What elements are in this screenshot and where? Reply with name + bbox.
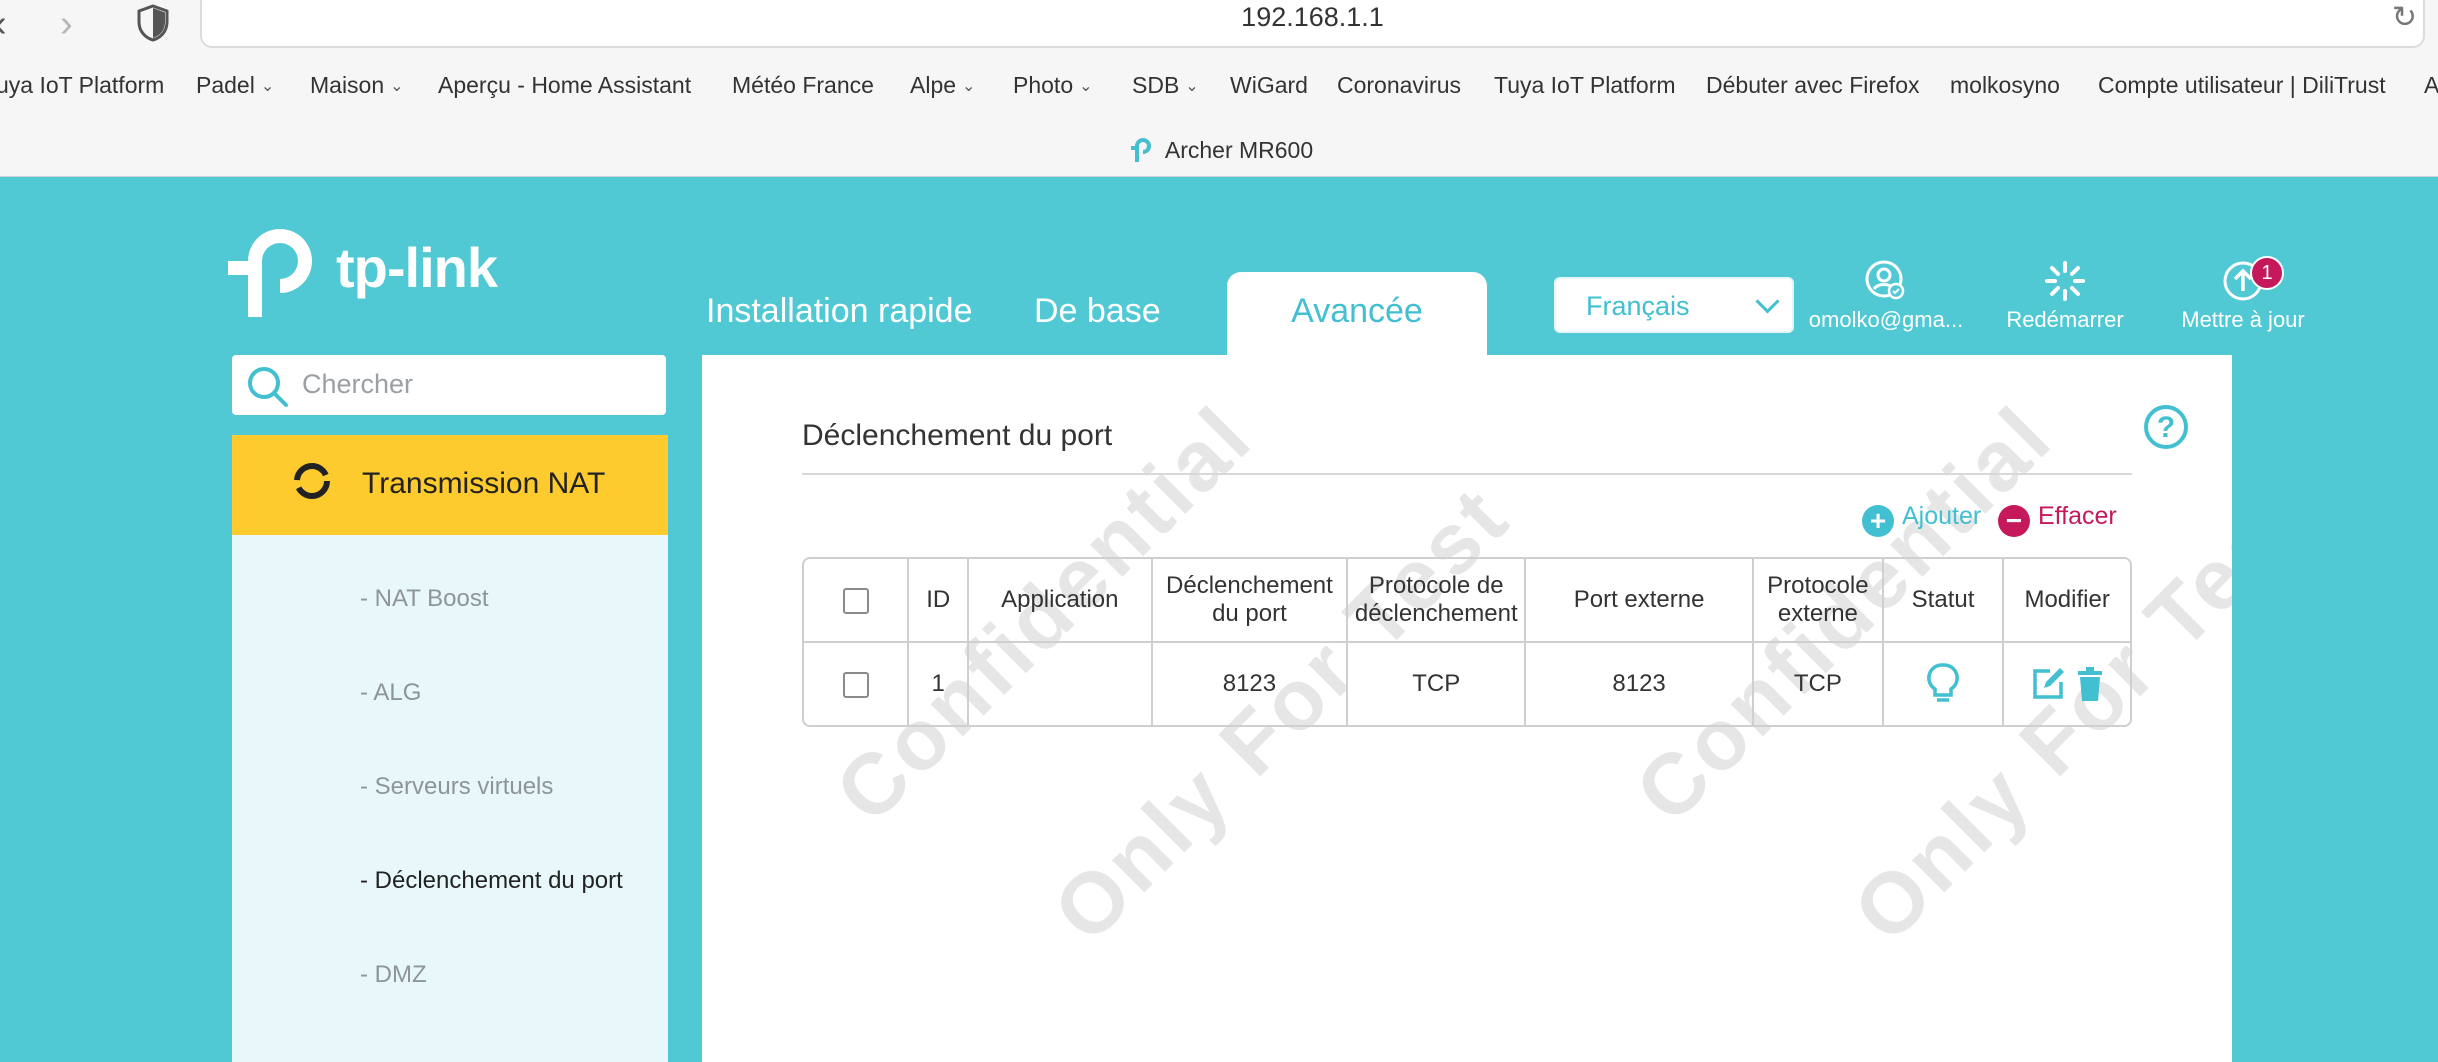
- row-checkbox[interactable]: [842, 671, 869, 698]
- cell-actions: [2004, 643, 2130, 725]
- tab-title[interactable]: Archer MR600: [0, 134, 2438, 164]
- cell-external-port: 8123: [1526, 643, 1754, 725]
- bookmark-item[interactable]: WiGard: [1230, 72, 1308, 99]
- shield-icon[interactable]: [136, 4, 170, 42]
- column-header: Protocole de déclenchement: [1348, 559, 1527, 643]
- sidebar-item-alg[interactable]: - ALG: [360, 679, 421, 707]
- edit-icon[interactable]: [2030, 666, 2066, 702]
- tp-link-favicon-icon: [1130, 138, 1151, 162]
- account-button[interactable]: omolko@gma...: [1806, 259, 1966, 333]
- forward-icon[interactable]: ›: [60, 4, 73, 44]
- search-input: Chercher: [302, 369, 414, 399]
- content-panel: Confidential Only For Test Confidential …: [702, 355, 2232, 1062]
- address-bar[interactable]: 192.168.1.1 ↻: [200, 0, 2425, 48]
- brand-name: tp-link: [336, 236, 498, 299]
- account-icon: [1865, 260, 1905, 300]
- bookmark-item[interactable]: A: [2424, 72, 2438, 99]
- url-text: 192.168.1.1: [1241, 2, 1384, 32]
- bookmark-item[interactable]: Météo France: [732, 72, 874, 99]
- column-header: Protocole externe: [1753, 559, 1884, 643]
- bookmark-item[interactable]: molkosyno: [1950, 72, 2060, 99]
- tab-advanced[interactable]: Avancée: [1227, 272, 1487, 362]
- sidebar-item-virtual-servers[interactable]: - Serveurs virtuels: [360, 773, 553, 801]
- chevron-down-icon: [1755, 289, 1780, 314]
- select-all-checkbox[interactable]: [842, 587, 869, 614]
- table-header-row: ID Application Déclenchement du port Pro…: [804, 559, 2130, 643]
- column-header: Statut: [1883, 559, 2005, 643]
- cell-trigger-protocol: TCP: [1348, 643, 1527, 725]
- table-row: 1 8123 TCP 8123 TCP: [804, 643, 2130, 725]
- bookmark-item[interactable]: uya IoT Platform: [0, 72, 164, 99]
- help-icon[interactable]: ?: [2144, 405, 2188, 449]
- column-header: ID: [909, 559, 970, 643]
- bookmark-item[interactable]: Coronavirus: [1337, 72, 1461, 99]
- reboot-icon: [2045, 261, 2085, 301]
- column-header: Déclenchement du port: [1152, 559, 1349, 643]
- add-button[interactable]: + Ajouter: [1862, 502, 1981, 537]
- chevron-down-icon: ⌄: [962, 78, 976, 95]
- chevron-down-icon: ⌄: [260, 78, 275, 95]
- column-header: Port externe: [1526, 559, 1754, 643]
- language-select[interactable]: Français: [1554, 277, 1794, 333]
- delete-button[interactable]: − Effacer: [1998, 502, 2117, 537]
- bookmark-item[interactable]: Aperçu - Home Assistant: [438, 72, 691, 99]
- bookmark-item[interactable]: Débuter avec Firefox: [1706, 72, 1919, 99]
- router-admin-page: tp-link Installation rapide De base Avan…: [0, 177, 2438, 1062]
- tp-link-logo: tp-link: [228, 217, 498, 321]
- chevron-down-icon: ⌄: [390, 78, 404, 95]
- bookmark-folder[interactable]: Photo ⌄: [1013, 72, 1093, 99]
- search-icon: [248, 367, 288, 407]
- cell-application: [969, 643, 1153, 725]
- sidebar: Transmission NAT - NAT Boost - ALG - Ser…: [232, 435, 668, 1062]
- column-header: Modifier: [2004, 559, 2130, 643]
- sidebar-section-nat[interactable]: Transmission NAT: [232, 435, 668, 535]
- update-button[interactable]: Mettre à jour: [2170, 259, 2316, 333]
- column-header: Application: [969, 559, 1153, 643]
- cell-id: 1: [909, 643, 970, 725]
- tab-quick-setup[interactable]: Installation rapide: [706, 292, 973, 331]
- cell-status: [1884, 643, 2005, 725]
- trash-icon[interactable]: [2076, 666, 2104, 702]
- back-icon[interactable]: ‹: [0, 4, 7, 44]
- chevron-down-icon: ⌄: [1079, 78, 1093, 95]
- bookmark-folder[interactable]: Maison ⌄: [310, 72, 404, 99]
- bookmark-folder[interactable]: Alpe ⌄: [910, 72, 975, 99]
- cell-trigger-port: 8123: [1153, 643, 1349, 725]
- tp-link-logo-mark-icon: [228, 229, 312, 317]
- bookmark-item[interactable]: Compte utilisateur | DiliTrust: [2098, 72, 2386, 99]
- select-all-cell: [804, 559, 910, 643]
- bookmark-folder[interactable]: Padel ⌄: [196, 72, 274, 99]
- row-select-cell: [804, 643, 910, 725]
- browser-chrome: ‹ › 192.168.1.1 ↻ uya IoT Platform Padel…: [0, 0, 2438, 178]
- update-badge: 1: [2250, 256, 2284, 290]
- search-box[interactable]: Chercher: [232, 355, 666, 415]
- bookmark-item[interactable]: Tuya IoT Platform: [1494, 72, 1676, 99]
- section-title: Déclenchement du port: [802, 419, 1113, 452]
- plus-icon: +: [1862, 505, 1894, 537]
- bulb-icon[interactable]: [1926, 662, 1960, 706]
- cell-external-protocol: TCP: [1754, 643, 1884, 725]
- bookmark-folder[interactable]: SDB ⌄: [1132, 72, 1199, 99]
- divider: [802, 473, 2132, 475]
- minus-icon: −: [1998, 505, 2030, 537]
- reboot-button[interactable]: Redémarrer: [2000, 259, 2130, 333]
- nat-refresh-icon: [294, 463, 330, 499]
- sidebar-item-dmz[interactable]: - DMZ: [360, 961, 427, 989]
- sidebar-item-nat-boost[interactable]: - NAT Boost: [360, 585, 488, 613]
- chevron-down-icon: ⌄: [1185, 78, 1199, 95]
- port-trigger-table: ID Application Déclenchement du port Pro…: [802, 557, 2132, 727]
- reload-icon[interactable]: ↻: [2392, 0, 2417, 35]
- tab-basic[interactable]: De base: [1034, 292, 1161, 331]
- sidebar-item-port-triggering[interactable]: - Déclenchement du port: [360, 867, 623, 895]
